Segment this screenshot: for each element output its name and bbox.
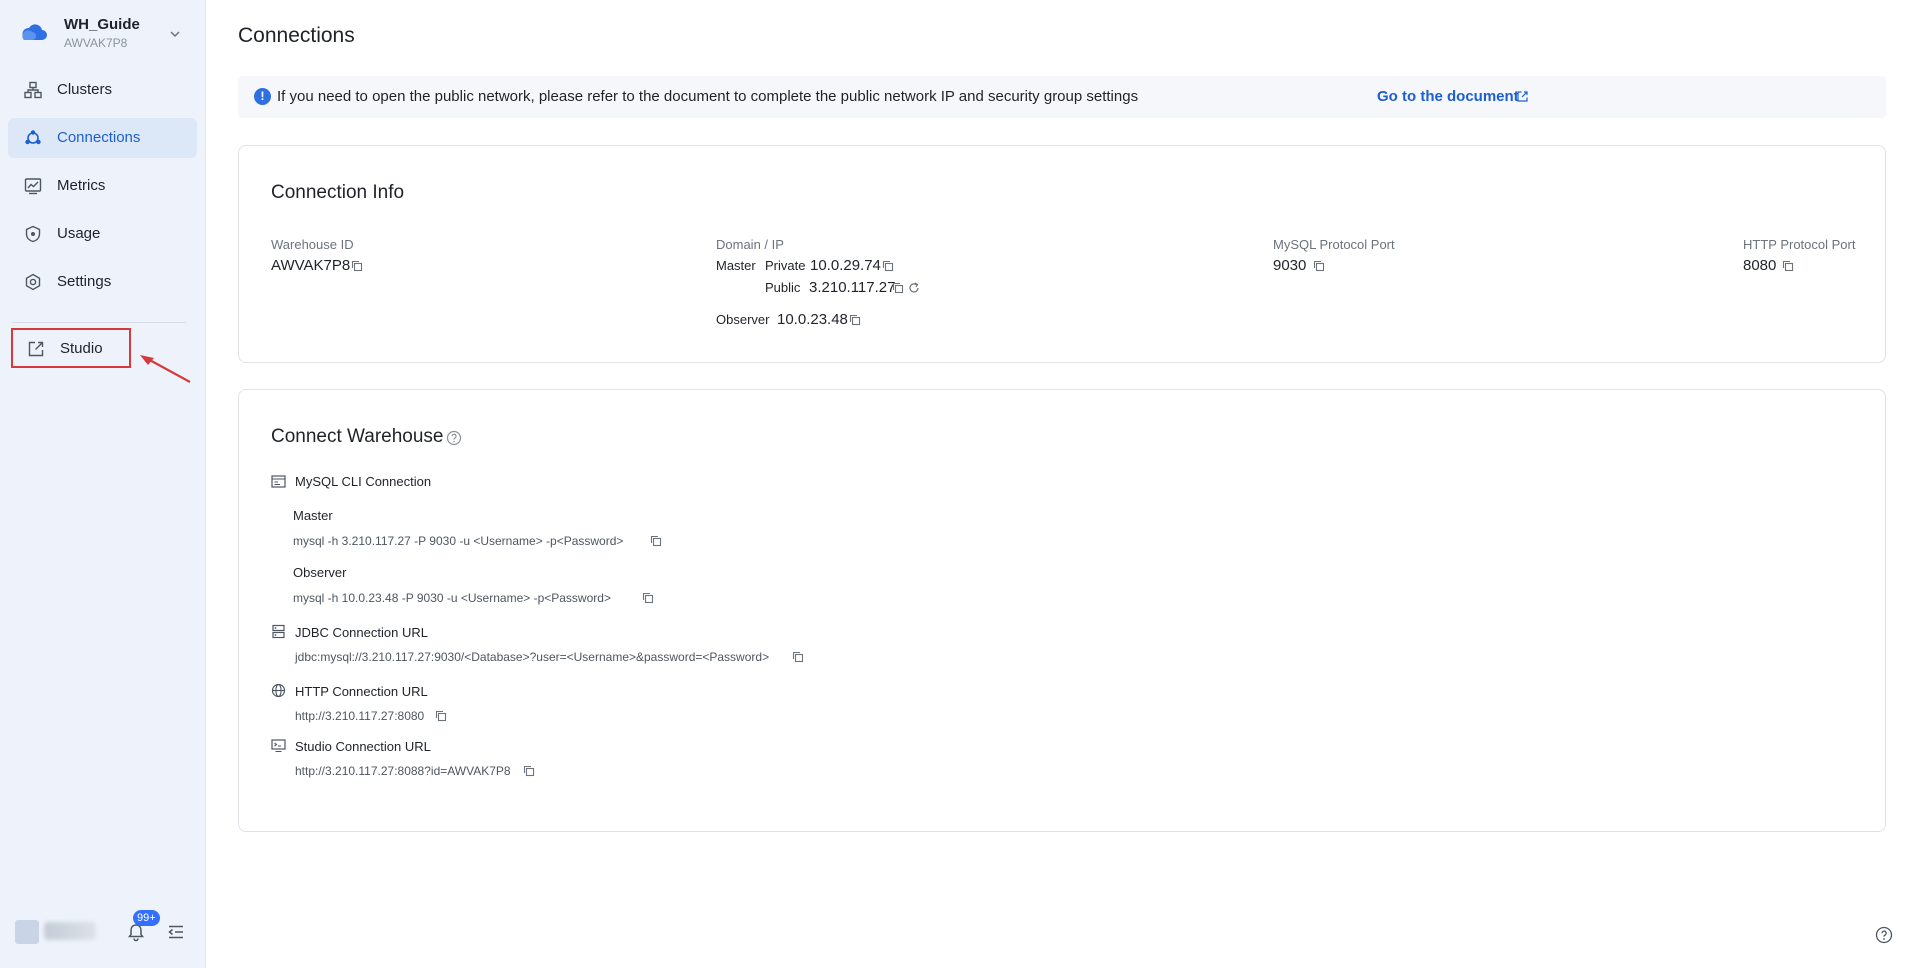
- sidebar-item-label: Usage: [57, 225, 101, 242]
- workspace-id: AWVAK7P8: [64, 36, 128, 50]
- jdbc-url: jdbc:mysql://3.210.117.27:9030/<Database…: [295, 650, 770, 664]
- cli-observer-label: Observer: [293, 565, 347, 580]
- info-icon: !: [254, 88, 271, 105]
- terminal-icon: [271, 475, 286, 488]
- external-link-icon[interactable]: [1516, 90, 1529, 103]
- master-label: Master: [716, 258, 756, 273]
- http-port-label: HTTP Protocol Port: [1743, 237, 1856, 252]
- clusters-icon: [24, 81, 42, 99]
- copy-icon[interactable]: [523, 765, 535, 777]
- globe-icon: [271, 683, 286, 698]
- sidebar-item-label: Clusters: [57, 81, 113, 98]
- observer-ip-value: 10.0.23.48: [777, 311, 848, 328]
- sidebar-item-settings[interactable]: Settings: [8, 262, 197, 302]
- user-name-blurred[interactable]: [44, 922, 96, 940]
- avatar[interactable]: [15, 920, 39, 944]
- mysql-cli-title: MySQL CLI Connection: [295, 474, 432, 489]
- http-port-value: 8080: [1743, 257, 1777, 274]
- copy-icon[interactable]: [792, 651, 804, 663]
- copy-icon[interactable]: [882, 260, 894, 272]
- gear-icon: [25, 273, 41, 291]
- studio-url: http://3.210.117.27:8088?id=AWVAK7P8: [295, 764, 511, 778]
- notice-text: If you need to open the public network, …: [277, 88, 1139, 105]
- copy-icon[interactable]: [849, 314, 861, 326]
- page-title: Connections: [238, 24, 355, 47]
- http-title: HTTP Connection URL: [295, 684, 428, 699]
- public-label: Public: [765, 280, 801, 295]
- sidebar-item-metrics[interactable]: Metrics: [8, 166, 197, 206]
- database-icon: [272, 624, 285, 639]
- chart-icon: [24, 178, 42, 195]
- mysql-port-value: 9030: [1273, 257, 1307, 274]
- copy-icon[interactable]: [435, 710, 447, 722]
- connection-info-card: Connection Info Warehouse ID AWVAK7P8 Do…: [238, 145, 1886, 363]
- sidebar-item-usage[interactable]: Usage: [8, 214, 197, 254]
- cli-observer-command: mysql -h 10.0.23.48 -P 9030 -u <Username…: [293, 591, 611, 605]
- sidebar-divider: [12, 322, 186, 323]
- cloud-logo-icon: [22, 24, 47, 40]
- studio-title: Studio Connection URL: [295, 739, 431, 754]
- copy-icon[interactable]: [1782, 260, 1794, 272]
- sidebar-item-studio[interactable]: Studio: [11, 328, 131, 368]
- copy-icon[interactable]: [642, 592, 654, 604]
- warehouse-id-label: Warehouse ID: [271, 237, 354, 252]
- sidebar-item-label: Studio: [60, 340, 103, 357]
- copy-icon[interactable]: [650, 535, 662, 547]
- annotation-arrow-icon: [140, 355, 191, 383]
- sidebar-item-label: Settings: [57, 273, 112, 290]
- warehouse-id-value: AWVAK7P8: [271, 257, 351, 274]
- connections-icon: [25, 130, 41, 145]
- info-notice: ! If you need to open the public network…: [238, 76, 1886, 118]
- sidebar: WH_Guide AWVAK7P8 Clusters Connections M…: [0, 0, 206, 968]
- notification-badge: 99+: [133, 910, 160, 926]
- help-circle-icon[interactable]: [446, 430, 462, 446]
- connection-info-title: Connection Info: [271, 182, 405, 203]
- connect-warehouse-title: Connect Warehouse: [271, 426, 444, 447]
- monitor-icon: [271, 739, 286, 753]
- usage-icon: [25, 225, 41, 243]
- private-label: Private: [765, 258, 806, 273]
- help-circle-icon[interactable]: [1875, 926, 1893, 944]
- public-ip-value: 3.210.117.27: [809, 279, 896, 296]
- private-ip-value: 10.0.29.74: [810, 257, 881, 274]
- sidebar-item-connections[interactable]: Connections: [8, 118, 197, 158]
- external-link-icon: [28, 341, 44, 357]
- sidebar-item-label: Connections: [57, 129, 141, 146]
- workspace-switcher[interactable]: WH_Guide AWVAK7P8: [0, 0, 206, 70]
- refresh-icon[interactable]: [908, 282, 920, 294]
- workspace-name: WH_Guide: [64, 16, 140, 33]
- observer-label: Observer: [716, 312, 770, 327]
- cli-master-label: Master: [293, 508, 333, 523]
- copy-icon[interactable]: [351, 260, 363, 272]
- copy-icon[interactable]: [892, 282, 904, 294]
- go-to-document-link[interactable]: Go to the document: [1377, 88, 1519, 105]
- domain-ip-label: Domain / IP: [716, 237, 784, 252]
- sidebar-item-label: Metrics: [57, 177, 106, 194]
- connect-warehouse-card: Connect Warehouse MySQL CLI Connection M…: [238, 389, 1886, 832]
- http-url: http://3.210.117.27:8080: [295, 709, 425, 723]
- sidebar-item-clusters[interactable]: Clusters: [8, 70, 197, 110]
- chevron-down-icon: [170, 31, 180, 38]
- cli-master-command: mysql -h 3.210.117.27 -P 9030 -u <Userna…: [293, 534, 624, 548]
- jdbc-title: JDBC Connection URL: [295, 625, 428, 640]
- mysql-port-label: MySQL Protocol Port: [1273, 237, 1395, 252]
- copy-icon[interactable]: [1313, 260, 1325, 272]
- collapse-menu-icon[interactable]: [167, 923, 185, 941]
